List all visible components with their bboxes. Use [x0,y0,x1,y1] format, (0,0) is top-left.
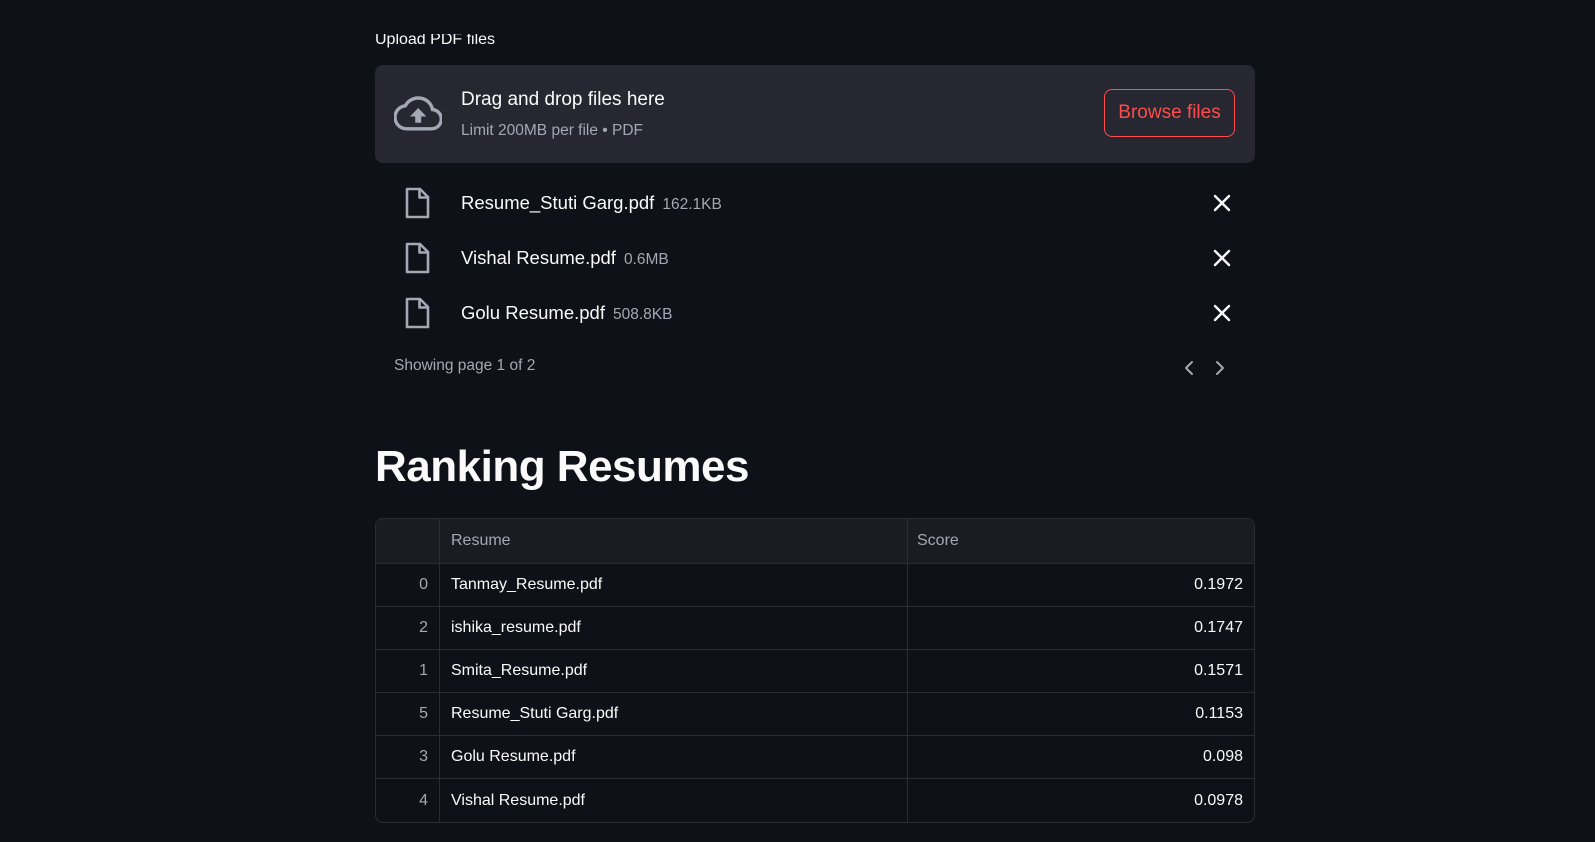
table-row: 5 Resume_Stuti Garg.pdf 0.1153 [376,693,1254,736]
file-dropzone[interactable]: Drag and drop files here Limit 200MB per… [375,65,1255,163]
cloud-upload-icon [394,96,442,131]
dropzone-subtitle: Limit 200MB per file • PDF [461,122,644,139]
row-index: 3 [376,736,440,778]
row-index: 2 [376,607,440,649]
upload-label-text: Upload PDF files [375,34,496,48]
file-name-text: Vishal Resume.pdf [461,247,616,268]
browse-files-button[interactable]: Browse files [1104,89,1235,137]
score-cell[interactable]: 0.1571 [908,650,1254,692]
column-header-index[interactable] [376,519,440,563]
score-cell[interactable]: 0.1972 [908,564,1254,606]
resume-cell[interactable]: ishika_resume.pdf [440,607,908,649]
file-icon [405,297,430,329]
resume-cell[interactable]: Vishal Resume.pdf [440,779,908,822]
table-row: 1 Smita_Resume.pdf 0.1571 [376,650,1254,693]
row-index: 0 [376,564,440,606]
file-icon [405,187,430,219]
resume-cell[interactable]: Tanmay_Resume.pdf [440,564,908,606]
uploaded-file-item: Vishal Resume.pdf 0.6MB [375,238,1255,278]
column-header-score[interactable]: Score [908,519,1254,563]
row-index: 4 [376,779,440,822]
chevron-left-icon[interactable] [1179,357,1199,379]
table-row: 0 Tanmay_Resume.pdf 0.1972 [376,564,1254,607]
file-size: 508.8KB [612,306,673,323]
score-cell[interactable]: 0.1747 [908,607,1254,649]
page-title: Ranking Resumes [375,442,749,491]
file-name-text: Golu Resume.pdf [461,302,605,323]
uploaded-file-item: Golu Resume.pdf 508.8KB [375,293,1255,333]
pagination-text: Showing page 1 of 2 [394,357,536,374]
table-header-row: Resume Score [376,519,1254,564]
file-size: 0.6MB [623,251,669,268]
close-icon[interactable] [1211,192,1233,214]
chevron-right-icon[interactable] [1210,357,1230,379]
column-header-resume[interactable]: Resume [440,519,908,563]
file-name-text: Resume_Stuti Garg.pdf [461,192,655,213]
table-row: 3 Golu Resume.pdf 0.098 [376,736,1254,779]
uploaded-file-item: Resume_Stuti Garg.pdf 162.1KB [375,183,1255,223]
file-name: Resume_Stuti Garg.pdf 162.1KB [461,192,722,214]
score-cell[interactable]: 0.0978 [908,779,1254,822]
file-name: Vishal Resume.pdf 0.6MB [461,247,669,269]
row-index: 5 [376,693,440,735]
file-size: 162.1KB [662,196,722,213]
score-cell[interactable]: 0.098 [908,736,1254,778]
upload-label: Upload PDF files [375,34,495,54]
resume-cell[interactable]: Resume_Stuti Garg.pdf [440,693,908,735]
file-name: Golu Resume.pdf 508.8KB [461,302,672,324]
resume-cell[interactable]: Golu Resume.pdf [440,736,908,778]
close-icon[interactable] [1211,247,1233,269]
resume-cell[interactable]: Smita_Resume.pdf [440,650,908,692]
dropzone-title: Drag and drop files here [461,89,665,110]
file-icon [405,242,430,274]
score-cell[interactable]: 0.1153 [908,693,1254,735]
table-row: 4 Vishal Resume.pdf 0.0978 [376,779,1254,822]
close-icon[interactable] [1211,302,1233,324]
row-index: 1 [376,650,440,692]
table-row: 2 ishika_resume.pdf 0.1747 [376,607,1254,650]
ranking-table[interactable]: Resume Score 0 Tanmay_Resume.pdf 0.1972 … [375,518,1255,823]
